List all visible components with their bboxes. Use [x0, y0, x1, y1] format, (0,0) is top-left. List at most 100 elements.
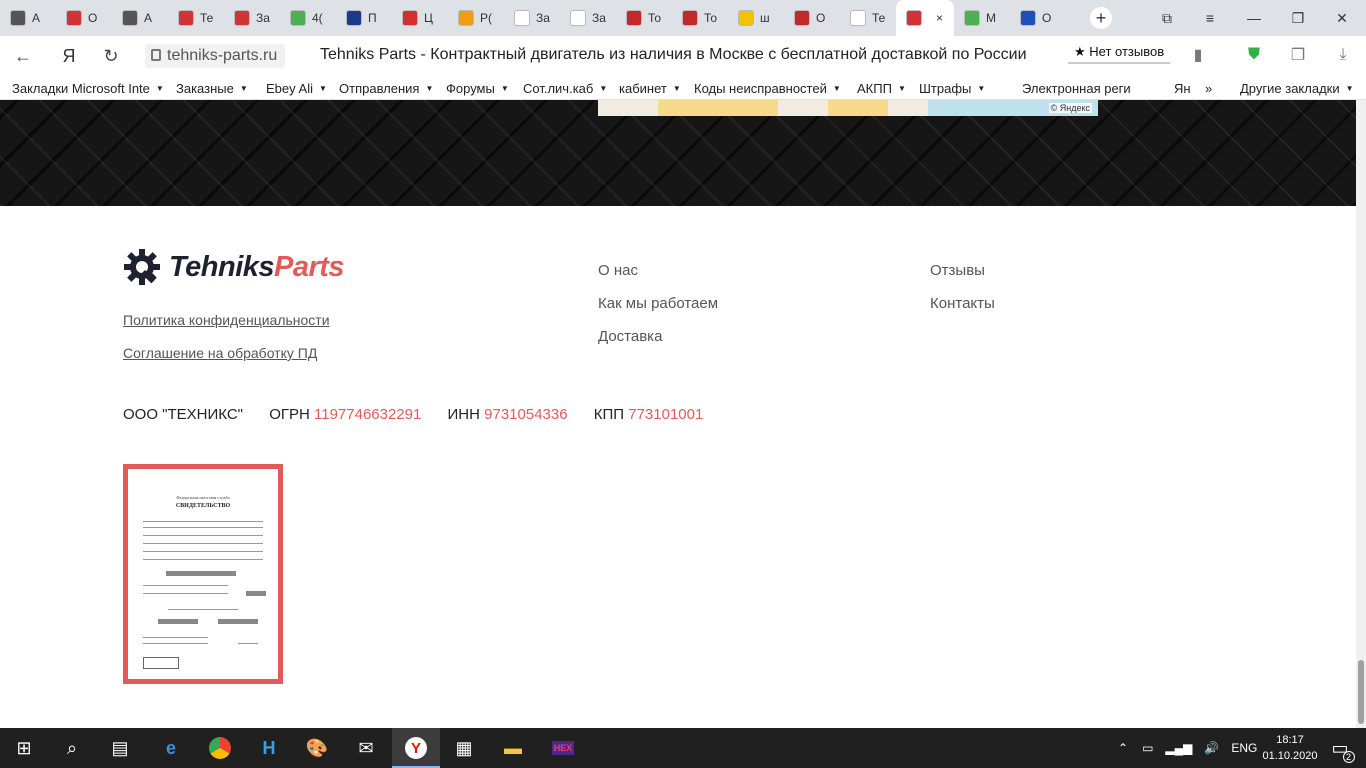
bookmark-item[interactable]: »: [1205, 81, 1212, 96]
volume-icon[interactable]: 🔊: [1204, 741, 1219, 755]
browser-tab[interactable]: ×: [896, 0, 954, 36]
shield-icon[interactable]: ⛊: [1243, 44, 1265, 66]
privacy-policy-link[interactable]: Политика конфиденциальности: [123, 312, 330, 328]
site-logo[interactable]: TehniksParts: [123, 248, 345, 286]
scrollbar-thumb[interactable]: [1358, 660, 1364, 724]
browser-tab[interactable]: Р(: [448, 0, 504, 36]
reload-icon[interactable]: ↻: [96, 41, 126, 71]
paint-icon[interactable]: 🎨: [303, 734, 331, 762]
search-icon[interactable]: ⌕: [58, 734, 86, 762]
bookmark-item[interactable]: Форумы ▼: [446, 81, 509, 96]
browser-tab[interactable]: За: [504, 0, 560, 36]
browser-tab[interactable]: Ц: [392, 0, 448, 36]
yandex-icon[interactable]: Я: [54, 41, 84, 71]
language-indicator[interactable]: ENG: [1231, 741, 1257, 755]
download-icon[interactable]: ⤓: [1332, 44, 1354, 66]
browser-tab[interactable]: М: [954, 0, 1010, 36]
registration-certificate[interactable]: Федеральная налоговая служба СВИДЕТЕЛЬСТ…: [123, 464, 283, 684]
ogrn-value: 1197746632291: [314, 406, 422, 423]
check-icon: [964, 10, 980, 26]
bookmark-item[interactable]: Электронная реги: [1022, 81, 1131, 96]
gear-red-icon: [234, 10, 250, 26]
browser-tab[interactable]: За: [224, 0, 280, 36]
browser-tab[interactable]: О: [56, 0, 112, 36]
start-icon[interactable]: ⊞: [10, 734, 38, 762]
bookmark-label: АКПП: [857, 81, 892, 96]
bookmark-item[interactable]: кабинет ▼: [619, 81, 681, 96]
app-icon[interactable]: H: [255, 734, 283, 762]
url-host[interactable]: tehniks-parts.ru: [145, 44, 286, 68]
caret-down-icon: ▼: [1345, 84, 1354, 93]
reviews-button[interactable]: ★ Нет отзывов: [1068, 42, 1171, 64]
bookmark-label: кабинет: [619, 81, 667, 96]
tab-label: За: [536, 11, 550, 25]
folder-icon[interactable]: ▬: [499, 734, 527, 762]
bookmark-item[interactable]: Закладки Microsoft Inte ▼: [12, 81, 164, 96]
network-icon[interactable]: ▂▄▆: [1165, 741, 1192, 755]
battery-icon[interactable]: ▭: [1142, 741, 1153, 755]
bookmark-label: Штрафы: [919, 81, 972, 96]
browser-tab[interactable]: Те: [840, 0, 896, 36]
bookmark-label: »: [1205, 81, 1213, 96]
browser-tab[interactable]: А: [0, 0, 56, 36]
bookmark-icon[interactable]: ▮: [1187, 44, 1209, 66]
menu-how-we-work[interactable]: Как мы работаем: [598, 295, 718, 312]
notifications-icon[interactable]: ▭ 2: [1326, 734, 1355, 763]
browser-tab[interactable]: Те: [168, 0, 224, 36]
menu-icon[interactable]: ≡: [1188, 0, 1232, 36]
close-window-icon[interactable]: ✕: [1320, 0, 1364, 36]
bookmark-item[interactable]: Ebey Ali ▼: [266, 81, 327, 96]
tab-label: Те: [200, 11, 214, 25]
tab-search-icon[interactable]: ⧉: [1145, 0, 1189, 36]
bookmark-label: Закладки Microsoft Inte: [12, 81, 150, 96]
browser-tab[interactable]: А: [112, 0, 168, 36]
back-icon[interactable]: ←: [8, 41, 38, 71]
menu-contacts[interactable]: Контакты: [930, 295, 995, 312]
page-scrollbar[interactable]: [1356, 100, 1366, 728]
browser-tab[interactable]: О: [784, 0, 840, 36]
browser-tab[interactable]: П: [336, 0, 392, 36]
inn-value: 9731054336: [484, 406, 568, 423]
clock[interactable]: 18:17 01.10.2020: [1262, 732, 1318, 764]
browser-tab[interactable]: ш: [728, 0, 784, 36]
data-agreement-link[interactable]: Соглашение на обработку ПД: [123, 345, 317, 361]
hex-editor-icon[interactable]: HEX: [549, 734, 577, 762]
bookmark-item[interactable]: Штрафы ▼: [919, 81, 985, 96]
browser-tab[interactable]: За: [560, 0, 616, 36]
bookmark-item[interactable]: Ян: [1174, 81, 1191, 96]
menu-reviews[interactable]: Отзывы: [930, 262, 985, 279]
bookmark-item[interactable]: Другие закладки ▼: [1240, 81, 1354, 96]
browser-tab[interactable]: То: [616, 0, 672, 36]
caret-down-icon: ▼: [897, 84, 906, 93]
map-fragment[interactable]: © Яндекс: [598, 100, 1098, 116]
collections-icon[interactable]: ❐: [1287, 44, 1309, 66]
browser-tab[interactable]: 4(: [280, 0, 336, 36]
minimize-icon[interactable]: —: [1232, 0, 1276, 36]
menu-about[interactable]: О нас: [598, 262, 638, 279]
bookmark-label: Другие закладки: [1240, 81, 1340, 96]
google-icon: [570, 10, 586, 26]
caret-down-icon: ▼: [155, 84, 164, 93]
menu-delivery[interactable]: Доставка: [598, 328, 662, 345]
new-tab-button[interactable]: +: [1090, 7, 1112, 29]
mail-icon[interactable]: ✉: [352, 734, 380, 762]
bookmark-item[interactable]: Заказные ▼: [176, 81, 248, 96]
browser-tab[interactable]: О: [1010, 0, 1066, 36]
maximize-icon[interactable]: ❐: [1276, 0, 1320, 36]
bookmark-item[interactable]: Отправления ▼: [339, 81, 433, 96]
close-tab-icon[interactable]: ×: [936, 11, 943, 25]
calculator-icon[interactable]: ▦: [450, 734, 478, 762]
yandex-browser-icon[interactable]: Y: [402, 734, 430, 762]
tab-label: 4(: [312, 11, 323, 25]
browser-tab[interactable]: То: [672, 0, 728, 36]
bookmark-item[interactable]: Сот.лич.каб ▼: [523, 81, 607, 96]
chevron-up-icon[interactable]: ⌃: [1118, 741, 1128, 755]
edge-icon[interactable]: e: [157, 734, 185, 762]
chrome-icon[interactable]: [206, 734, 234, 762]
caret-down-icon: ▼: [425, 84, 434, 93]
caret-down-icon: ▼: [977, 84, 986, 93]
caret-down-icon: ▼: [318, 84, 327, 93]
bookmark-item[interactable]: АКПП ▼: [857, 81, 906, 96]
bookmark-item[interactable]: Коды неисправностей ▼: [694, 81, 841, 96]
task-view-icon[interactable]: ▤: [106, 734, 134, 762]
